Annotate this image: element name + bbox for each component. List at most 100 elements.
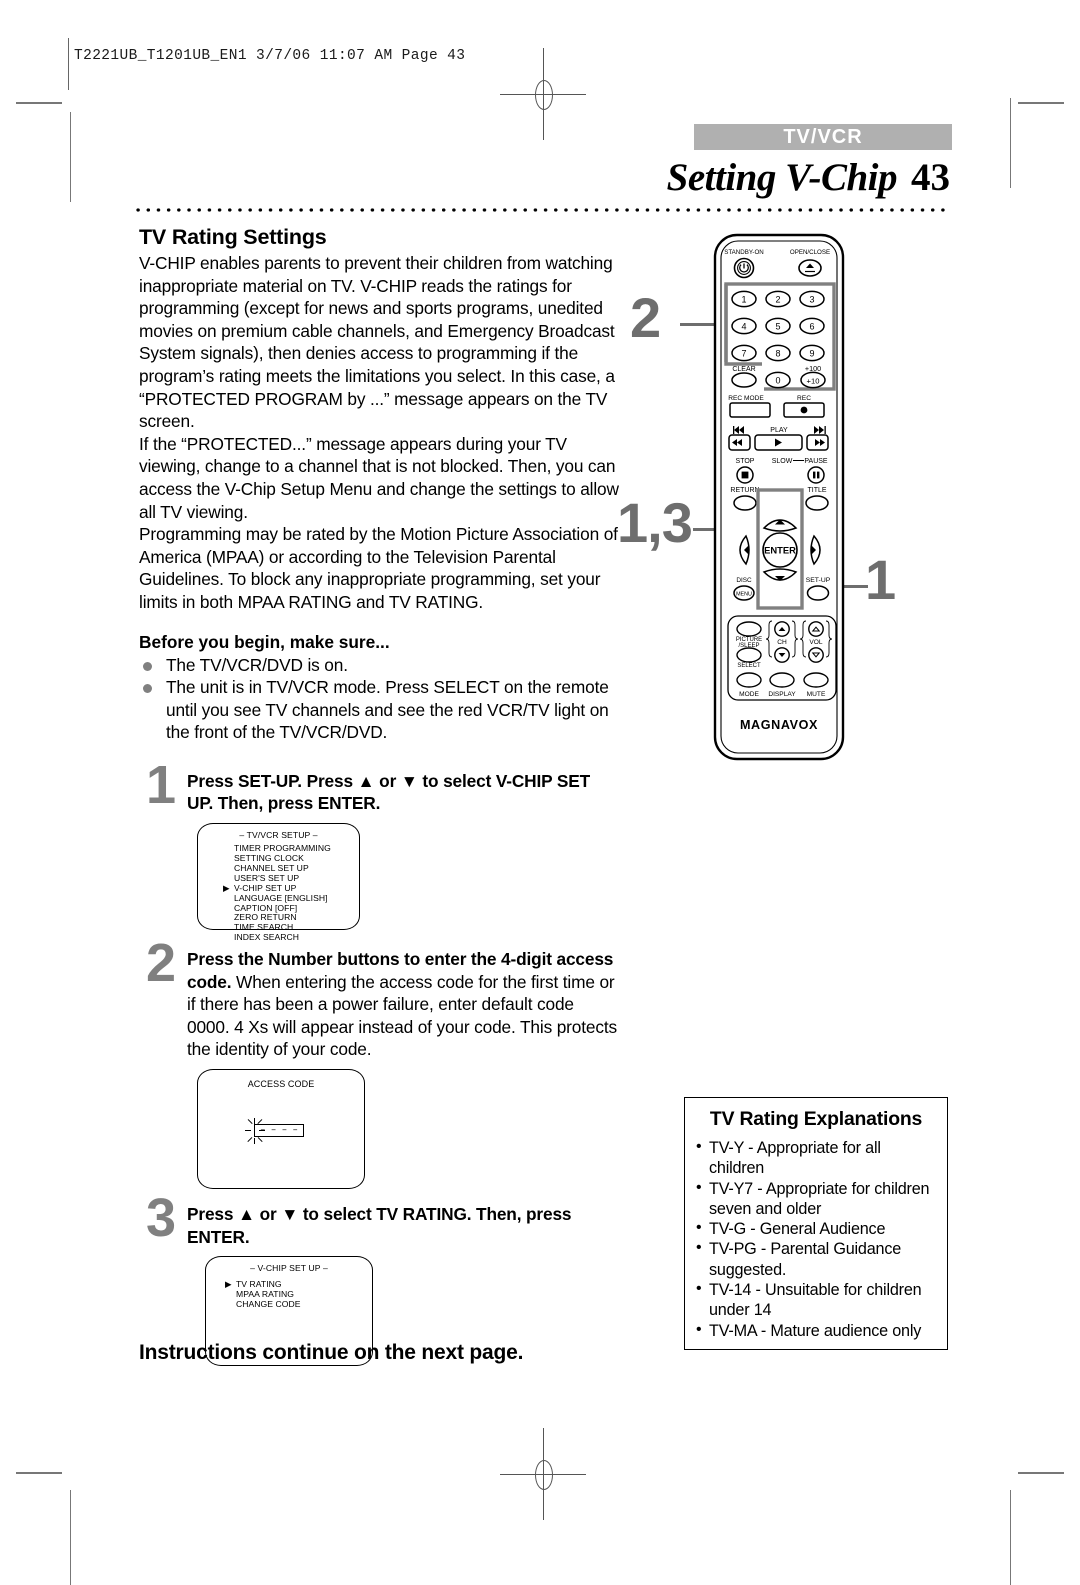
registration-mark-bottom <box>500 1428 586 1520</box>
volume-up-button <box>809 622 823 636</box>
svg-text:+10: +10 <box>807 377 820 386</box>
number-button-2: 2 <box>766 291 790 306</box>
svg-text:STOP: STOP <box>736 458 755 465</box>
svg-text:DISPLAY: DISPLAY <box>768 691 796 698</box>
step-3-bold-lead: Press ▲ or ▼ to select TV RATING. Then, … <box>187 1204 571 1247</box>
enter-button: ENTER <box>763 533 797 567</box>
list-item: TV-MA - Mature audience only <box>695 1321 937 1341</box>
stamp-rule <box>68 38 69 90</box>
number-button-9: 9 <box>800 345 824 360</box>
svg-text:MENU: MENU <box>736 592 752 598</box>
step-1-bold-lead: Press SET-UP. Press ▲ or ▼ to select V-C… <box>187 771 590 814</box>
svg-text:SLOW: SLOW <box>772 458 793 465</box>
osd-vchip-setup-title: – V-CHIP SET UP – <box>206 1263 372 1273</box>
svg-text:PLAY: PLAY <box>770 427 788 434</box>
svg-text:MUTE: MUTE <box>807 691 826 698</box>
mute-button <box>804 673 828 687</box>
channel-up-button <box>775 622 789 636</box>
rewind-button <box>729 435 750 450</box>
osd-item: LANGUAGE [ENGLISH] <box>234 894 359 904</box>
registration-mark-top <box>500 48 586 140</box>
svg-text:MAGNAVOX: MAGNAVOX <box>740 718 818 732</box>
trim-rule-left-lower <box>70 1490 71 1585</box>
intro-paragraph-1: V-CHIP enables parents to prevent their … <box>139 252 619 433</box>
svg-text:TITLE: TITLE <box>807 487 826 494</box>
list-item: The unit is in TV/VCR mode. Press SELECT… <box>139 676 619 744</box>
osd-vchip-setup-list: ▶ TV RATING MPAA RATING CHANGE CODE <box>236 1280 372 1310</box>
svg-text:3: 3 <box>809 295 814 305</box>
svg-text:ENTER: ENTER <box>764 545 796 556</box>
svg-text:CLEAR: CLEAR <box>732 366 755 373</box>
number-button-1: 1 <box>732 291 756 306</box>
trim-mark-bottom-left <box>16 1472 62 1474</box>
trim-rule-left-upper <box>70 112 71 202</box>
svg-text:VOL: VOL <box>809 639 823 646</box>
svg-text:SET-UP: SET-UP <box>806 577 831 584</box>
tv-rating-explanations-box: TV Rating Explanations TV-Y - Appropriat… <box>684 1097 948 1350</box>
osd-tvvcr-setup-list: ▶ TIMER PROGRAMMING SETTING CLOCK CHANNE… <box>234 844 359 943</box>
access-code-field[interactable]: – – – – <box>254 1124 304 1137</box>
play-button <box>755 435 802 450</box>
list-item: TV-Y - Appropriate for all children <box>695 1138 937 1179</box>
osd-cursor-icon: ▶ <box>223 884 230 894</box>
callout-1-3: 1,3 <box>617 495 692 551</box>
print-stamp: T2221UB_T1201UB_EN1 3/7/06 11:07 AM Page… <box>74 48 465 64</box>
step-2-text: Press the Number buttons to enter the 4-… <box>187 948 619 1061</box>
volume-down-button <box>809 648 823 662</box>
svg-text:8: 8 <box>775 349 780 359</box>
trim-mark-bottom-right <box>1018 1472 1064 1474</box>
trim-rule-right-lower <box>1010 1490 1011 1585</box>
explanations-list: TV-Y - Appropriate for all children TV-Y… <box>695 1138 937 1341</box>
svg-text:SELECT: SELECT <box>737 663 761 669</box>
number-button-3: 3 <box>800 291 824 306</box>
number-button-5: 5 <box>766 318 790 333</box>
remote-control-illustration: STANDBY-ON OPEN/CLOSE 1 2 3 4 5 6 7 8 9 … <box>700 232 870 762</box>
number-button-0: 0 <box>766 372 790 387</box>
before-you-begin-list: The TV/VCR/DVD is on. The unit is in TV/… <box>139 654 619 744</box>
svg-text:2: 2 <box>775 295 780 305</box>
svg-text:CH: CH <box>777 639 787 646</box>
channel-down-button <box>775 648 789 662</box>
svg-text:RETURN: RETURN <box>730 487 759 494</box>
svg-text:STANDBY-ON: STANDBY-ON <box>724 249 764 256</box>
fast-forward-button <box>807 435 828 450</box>
svg-text:OPEN/CLOSE: OPEN/CLOSE <box>790 249 830 256</box>
number-button-6: 6 <box>800 318 824 333</box>
title-button <box>806 496 828 510</box>
dotted-divider <box>133 207 950 213</box>
trim-rule-right-upper <box>1010 98 1011 188</box>
page-number: 43 <box>911 156 950 199</box>
stop-button <box>737 467 753 483</box>
svg-text:REC: REC <box>797 395 811 402</box>
trim-mark-top-right <box>1018 102 1064 104</box>
svg-text:7: 7 <box>741 349 746 359</box>
callout-2: 2 <box>630 290 660 346</box>
continue-note: Instructions continue on the next page. <box>139 1341 523 1365</box>
list-item: TV-PG - Parental Guidance suggested. <box>695 1239 937 1280</box>
intro-paragraph-3: Programming may be rated by the Motion P… <box>139 523 619 613</box>
svg-text:6: 6 <box>809 322 814 332</box>
display-button <box>770 673 794 687</box>
picture-sleep-button <box>737 622 761 636</box>
osd-tvvcr-setup-title: – TV/VCR SETUP – <box>198 830 359 840</box>
svg-text:DISC: DISC <box>736 577 752 584</box>
osd-cursor-icon: ▶ <box>225 1280 232 1290</box>
number-button-7: 7 <box>732 345 756 360</box>
access-code-value: – – – – <box>255 1125 303 1136</box>
svg-text:PAUSE: PAUSE <box>804 458 828 465</box>
select-button <box>737 648 761 662</box>
number-button-4: 4 <box>732 318 756 333</box>
rec-mode-button <box>730 403 770 417</box>
before-you-begin-heading: Before you begin, make sure... <box>139 632 619 653</box>
open-close-button <box>799 260 821 276</box>
svg-text:MODE: MODE <box>739 691 759 698</box>
step-3-number: 3 <box>139 1191 183 1245</box>
intro-paragraph-2: If the “PROTECTED...” message appears du… <box>139 433 619 523</box>
osd-item: CHANGE CODE <box>236 1300 372 1310</box>
list-item: TV-14 - Unsuitable for children under 14 <box>695 1280 937 1321</box>
rec-button <box>784 403 824 417</box>
section-tab-tvvcr: TV/VCR <box>694 124 952 150</box>
page-title: Setting V-Chip43 <box>667 155 950 200</box>
svg-text:4: 4 <box>741 322 746 332</box>
standby-on-button <box>735 259 754 278</box>
